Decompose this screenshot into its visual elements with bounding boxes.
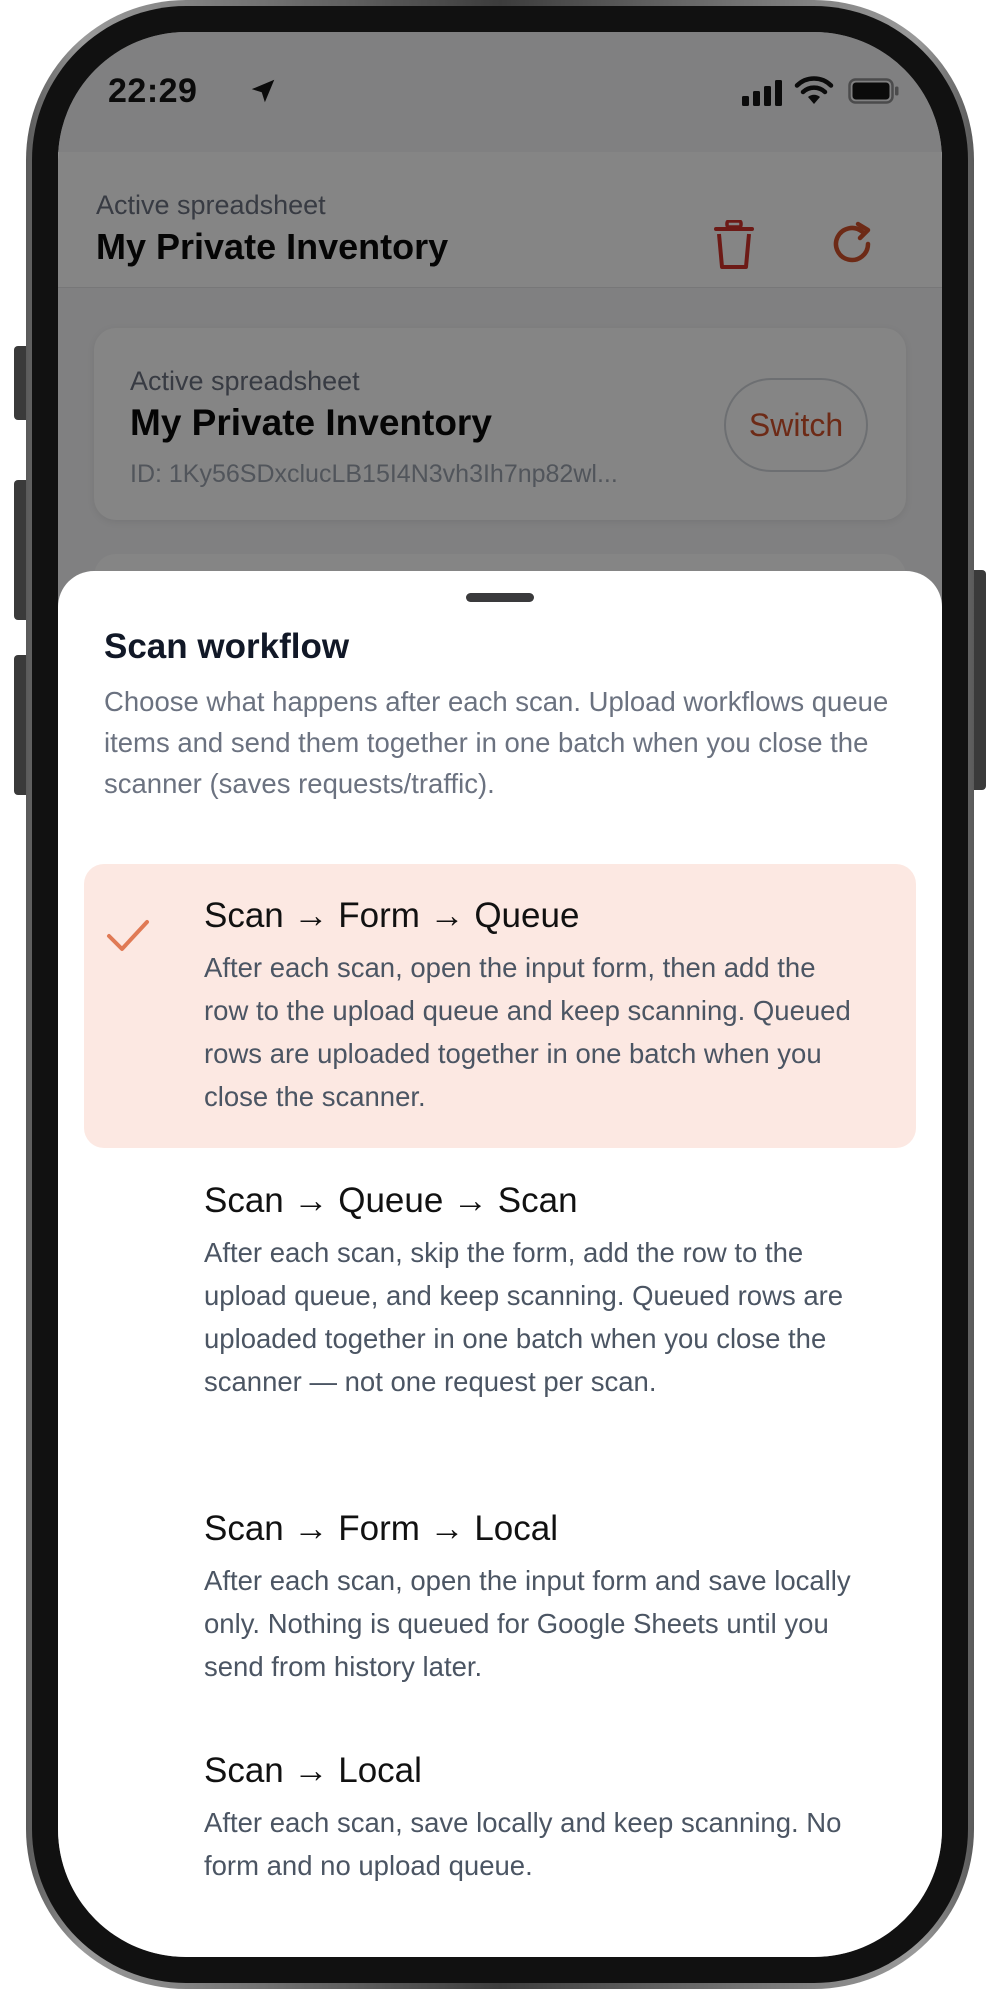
scan-workflow-sheet: Scan workflow Choose what happens after …: [58, 571, 942, 1957]
sheet-description: Choose what happens after each scan. Upl…: [104, 686, 889, 799]
option-title: Scan → Local: [204, 1751, 422, 1790]
option-scan-form-queue[interactable]: Scan → Form → Queue After each scan, ope…: [84, 864, 916, 1148]
option-scan-queue-scan[interactable]: Scan → Queue → Scan After each scan, ski…: [84, 1149, 916, 1477]
phone-screen: 22:29 Active spreadsheet My Private Inve…: [58, 32, 942, 1957]
option-title: Scan → Form → Queue: [204, 896, 580, 935]
location-arrow-icon: [251, 79, 275, 103]
sheet-drag-handle[interactable]: [466, 593, 534, 602]
option-description: After each scan, skip the form, add the …: [204, 1237, 844, 1397]
option-description: After each scan, save locally and keep s…: [204, 1807, 842, 1881]
status-time: 22:29: [108, 72, 198, 110]
battery-icon: [848, 78, 899, 104]
option-title: Scan → Form → Local: [204, 1509, 558, 1548]
option-description: After each scan, open the input form and…: [204, 1565, 851, 1682]
wifi-icon: [794, 76, 834, 104]
sheet-title: Scan workflow: [104, 627, 350, 666]
option-scan-local[interactable]: Scan → Local After each scan, save local…: [84, 1719, 916, 1919]
device-stage: 22:29 Active spreadsheet My Private Inve…: [0, 0, 1000, 1989]
option-description: After each scan, open the input form, th…: [204, 952, 851, 1112]
status-bar: 22:29: [58, 32, 942, 152]
option-scan-form-local[interactable]: Scan → Form → Local After each scan, ope…: [84, 1477, 916, 1719]
option-title: Scan → Queue → Scan: [204, 1181, 578, 1220]
cellular-signal-icon: [742, 80, 782, 106]
checkmark-icon: [107, 920, 149, 951]
